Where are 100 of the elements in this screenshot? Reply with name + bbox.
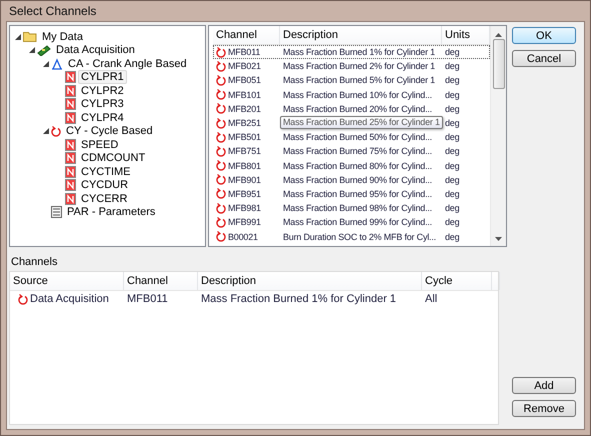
table-cell: MFB051 bbox=[213, 73, 280, 88]
list-row[interactable]: MFB751 Mass Fraction Burned 75% for Cylind... deg bbox=[213, 144, 490, 158]
table-cell: Mass Fraction Burned 5% for Cylinder 1 bbox=[283, 75, 435, 86]
list-row[interactable]: MFB021 Mass Fraction Burned 2% for Cylinder 1 deg bbox=[213, 59, 490, 74]
table-cell: MFB751 bbox=[213, 144, 280, 158]
table-cell: Mass Fraction Burned 95% for Cylind... bbox=[283, 188, 432, 199]
cycle-icon bbox=[18, 294, 28, 304]
tree-item[interactable]: CY - Cycle Based bbox=[63, 124, 156, 138]
table-cell: Mass Fraction Burned 80% for Cylind... bbox=[283, 160, 432, 171]
dialog-button[interactable]: Cancel bbox=[512, 50, 576, 67]
list-row[interactable]: B00021 Burn Duration SOC to 2% MFB for Cyl... deg bbox=[213, 229, 490, 244]
list-row[interactable]: MFB011 Mass Fraction Burned 1% for Cylinder 1 deg bbox=[213, 45, 490, 60]
collapse-arrow-icon[interactable] bbox=[29, 47, 35, 54]
tree-item[interactable]: CYCERR bbox=[78, 192, 130, 206]
table-cell: MFB981 bbox=[213, 201, 280, 216]
tree-item[interactable]: CA - Crank Angle Based bbox=[65, 56, 190, 71]
table-cell: Mass Fraction Burned 1% for Cylinder 1 bbox=[283, 47, 435, 58]
column-header[interactable]: Description bbox=[198, 272, 422, 290]
list-row[interactable]: MFB951 Mass Fraction Burned 95% for Cylind... deg bbox=[213, 186, 490, 202]
tree-item[interactable]: Data Acquisition bbox=[53, 43, 138, 58]
window-title: Select Channels bbox=[8, 3, 98, 20]
dialog-button[interactable]: Remove bbox=[512, 400, 576, 417]
cycle-icon bbox=[216, 46, 226, 58]
cycle-icon bbox=[216, 132, 226, 143]
down-arrow-icon[interactable] bbox=[495, 237, 502, 241]
table-cell: Mass Fraction Burned 20% for Cylind... bbox=[283, 104, 432, 114]
table-cell: Mass Fraction Burned 99% for Cylind... bbox=[283, 217, 432, 228]
tree-item[interactable]: My Data bbox=[39, 30, 86, 44]
table-cell-text: deg bbox=[444, 131, 460, 144]
list-row[interactable]: MFB251 Mass Fraction Burned 25% for Cylinder 1 deg bbox=[213, 116, 490, 130]
table-cell: MFB951 bbox=[213, 186, 280, 202]
collapse-arrow-icon[interactable] bbox=[43, 60, 49, 67]
list-row[interactable]: MFB051 Mass Fraction Burned 5% for Cylinder 1 deg bbox=[213, 73, 490, 88]
table-cell-text: deg bbox=[444, 188, 460, 201]
tree-item[interactable]: CYLPR3 bbox=[78, 97, 127, 112]
collapse-arrow-icon[interactable] bbox=[43, 128, 49, 134]
table-cell: Mass Fraction Burned 2% for Cylinder 1 bbox=[283, 61, 435, 72]
graph-icon bbox=[51, 58, 63, 70]
table-cell-text: deg bbox=[444, 202, 460, 216]
tree-item[interactable]: CYCDUR bbox=[78, 178, 132, 192]
cycle-icon bbox=[216, 231, 226, 242]
column-header[interactable]: Source bbox=[10, 272, 124, 290]
list-row[interactable]: MFB991 Mass Fraction Burned 99% for Cylind... deg bbox=[213, 215, 490, 230]
cycle-icon bbox=[216, 60, 226, 72]
list-row[interactable]: MFB981 Mass Fraction Burned 98% for Cylind... deg bbox=[213, 201, 490, 216]
table-cell-text: deg bbox=[444, 88, 460, 102]
scrollbar[interactable] bbox=[490, 26, 506, 246]
tree-item[interactable]: CYLPR1 bbox=[78, 70, 127, 84]
table-cell: Data Acquisition bbox=[10, 291, 124, 307]
list-row[interactable]: MFB801 Mass Fraction Burned 80% for Cylind... deg bbox=[213, 158, 490, 173]
table-cell: MFB501 bbox=[213, 130, 280, 144]
table-cell: Mass Fraction Burned 10% for Cylind... bbox=[283, 90, 432, 100]
table-cell-text: Mass Fraction Burned 1% for Cylinder 1 bbox=[200, 292, 398, 307]
cycle-icon bbox=[216, 118, 226, 129]
table-cell-text: deg bbox=[444, 60, 460, 74]
table-cell: Mass Fraction Burned 98% for Cylind... bbox=[283, 203, 432, 214]
column-header[interactable]: Cycle bbox=[422, 272, 492, 290]
cycle-icon bbox=[216, 74, 226, 86]
list-row[interactable]: MFB501 Mass Fraction Burned 50% for Cylind... deg bbox=[213, 130, 490, 144]
tree-item[interactable]: CYCTIME bbox=[78, 164, 134, 179]
list-icon bbox=[51, 206, 62, 218]
tree-item[interactable]: PAR - Parameters bbox=[64, 205, 158, 220]
table-cell-text: deg bbox=[444, 145, 460, 158]
tree-item[interactable]: CYLPR2 bbox=[78, 84, 127, 98]
table-cell-text: MFB011 bbox=[126, 292, 169, 307]
table-cell: Burn Duration SOC to 2% MFB for Cyl... bbox=[283, 232, 436, 242]
scroll-thumb[interactable] bbox=[492, 39, 504, 89]
dialog-button[interactable]: OK bbox=[512, 27, 576, 44]
table-cell: Mass Fraction Burned 90% for Cylind... bbox=[283, 174, 432, 185]
list-row[interactable]: MFB101 Mass Fraction Burned 10% for Cylind... deg bbox=[213, 88, 490, 102]
table-cell-text: deg bbox=[444, 230, 460, 244]
cycle-icon bbox=[216, 174, 226, 186]
tree-item[interactable]: CYLPR4 bbox=[78, 110, 127, 125]
cycle-icon bbox=[216, 202, 226, 214]
column-header[interactable]: Description bbox=[280, 26, 442, 44]
tree-item[interactable]: CDMCOUNT bbox=[78, 151, 148, 166]
cycle-icon bbox=[216, 146, 226, 157]
table-cell: MFB991 bbox=[213, 215, 280, 230]
tree-item[interactable]: SPEED bbox=[78, 138, 122, 152]
table-cell: Mass Fraction Burned 50% for Cylind... bbox=[283, 132, 432, 142]
up-arrow-icon[interactable] bbox=[495, 33, 502, 37]
table-cell-text: deg bbox=[444, 74, 460, 88]
table-cell: B00021 bbox=[213, 229, 280, 244]
list-row[interactable]: MFB201 Mass Fraction Burned 20% for Cylind... deg bbox=[213, 102, 490, 116]
table-cell: MFB101 bbox=[213, 88, 280, 102]
cycle-icon bbox=[216, 103, 226, 114]
dialog-button[interactable]: Add bbox=[512, 377, 576, 394]
table-cell: Mass Fraction Burned 75% for Cylind... bbox=[283, 146, 432, 156]
card-icon bbox=[37, 44, 51, 56]
section-title: Channels bbox=[11, 256, 58, 268]
table-cell: MFB021 bbox=[213, 59, 280, 74]
list-row[interactable]: MFB901 Mass Fraction Burned 90% for Cylind... deg bbox=[213, 172, 490, 187]
column-header[interactable]: Channel bbox=[213, 26, 280, 44]
table-cell: MFB801 bbox=[213, 158, 280, 173]
cycle-icon bbox=[216, 89, 226, 100]
column-header[interactable]: Channel bbox=[124, 272, 198, 290]
table-cell-text: deg bbox=[444, 46, 460, 60]
folder-icon bbox=[23, 31, 37, 42]
cycle-icon bbox=[216, 216, 226, 228]
collapse-arrow-icon[interactable] bbox=[15, 34, 21, 40]
